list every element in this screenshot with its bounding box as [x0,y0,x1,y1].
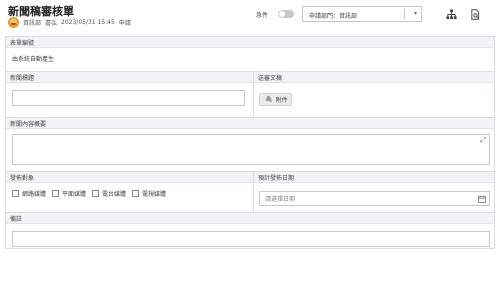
release-date-header: 預計發佈日期 [254,172,494,183]
org-chart-icon[interactable] [446,9,457,20]
release-date-placeholder: 請選擇日期 [265,196,296,203]
remarks-input[interactable] [12,231,490,247]
column-divider [253,72,254,117]
status-badge: 申請 [118,19,131,27]
content-summary-header: 新聞內容概要 [6,118,494,129]
audience-option-print[interactable]: 平面媒體 [52,189,86,198]
applicant-info: 資訊部 喜弘 2023/05/31 15:45 申請 [8,16,135,28]
calendar-icon[interactable] [478,195,486,203]
applicant-name: 喜弘 [45,19,58,27]
urgent-toggle[interactable] [278,10,294,18]
expand-icon[interactable]: ⤢ [480,136,486,145]
department-select[interactable]: 申請部門：資訊部 ▾ [302,6,422,22]
avatar [8,16,19,28]
checkbox[interactable] [132,190,140,197]
review-form: 表單編號 由系統自動產生 新聞標題 送審文稿 🖇 附件 新聞內容概要 ⤢ 發佈對… [5,36,495,249]
audience-options: 網路媒體 平面媒體 電台媒體 電視媒體 [12,189,172,198]
attach-button-label: 附件 [275,97,288,104]
column-divider [253,172,254,212]
news-title-input[interactable] [12,90,245,106]
form-number-value: 由系統自動產生 [12,56,55,63]
checkbox[interactable] [12,190,19,197]
news-title-header: 新聞標題 [6,72,253,83]
audience-header: 發佈對象 [6,172,253,183]
document-search-icon[interactable] [470,9,481,20]
checkbox[interactable] [52,190,60,197]
checkbox[interactable] [92,190,100,197]
form-number-header: 表單編號 [6,37,494,48]
select-divider [404,9,405,19]
applicant-department: 資訊部 [23,19,42,27]
chevron-down-icon: ▾ [413,10,417,17]
applicant-datetime: 2023/05/31 15:45 [61,18,115,26]
department-select-value: 申請部門：資訊部 [309,13,358,20]
audience-option-tv[interactable]: 電視媒體 [132,189,166,198]
paperclip-icon: 🖇 [265,96,273,103]
content-summary-textarea[interactable]: ⤢ [12,134,490,165]
remarks-header: 備註 [6,213,494,224]
urgent-label: 急件 [256,12,269,19]
attach-button[interactable]: 🖇 附件 [259,93,292,106]
attachments-header: 送審文稿 [254,72,494,83]
audience-option-radio[interactable]: 電台媒體 [92,189,126,198]
release-date-input[interactable]: 請選擇日期 [259,191,490,206]
audience-option-online[interactable]: 網路媒體 [12,189,46,198]
